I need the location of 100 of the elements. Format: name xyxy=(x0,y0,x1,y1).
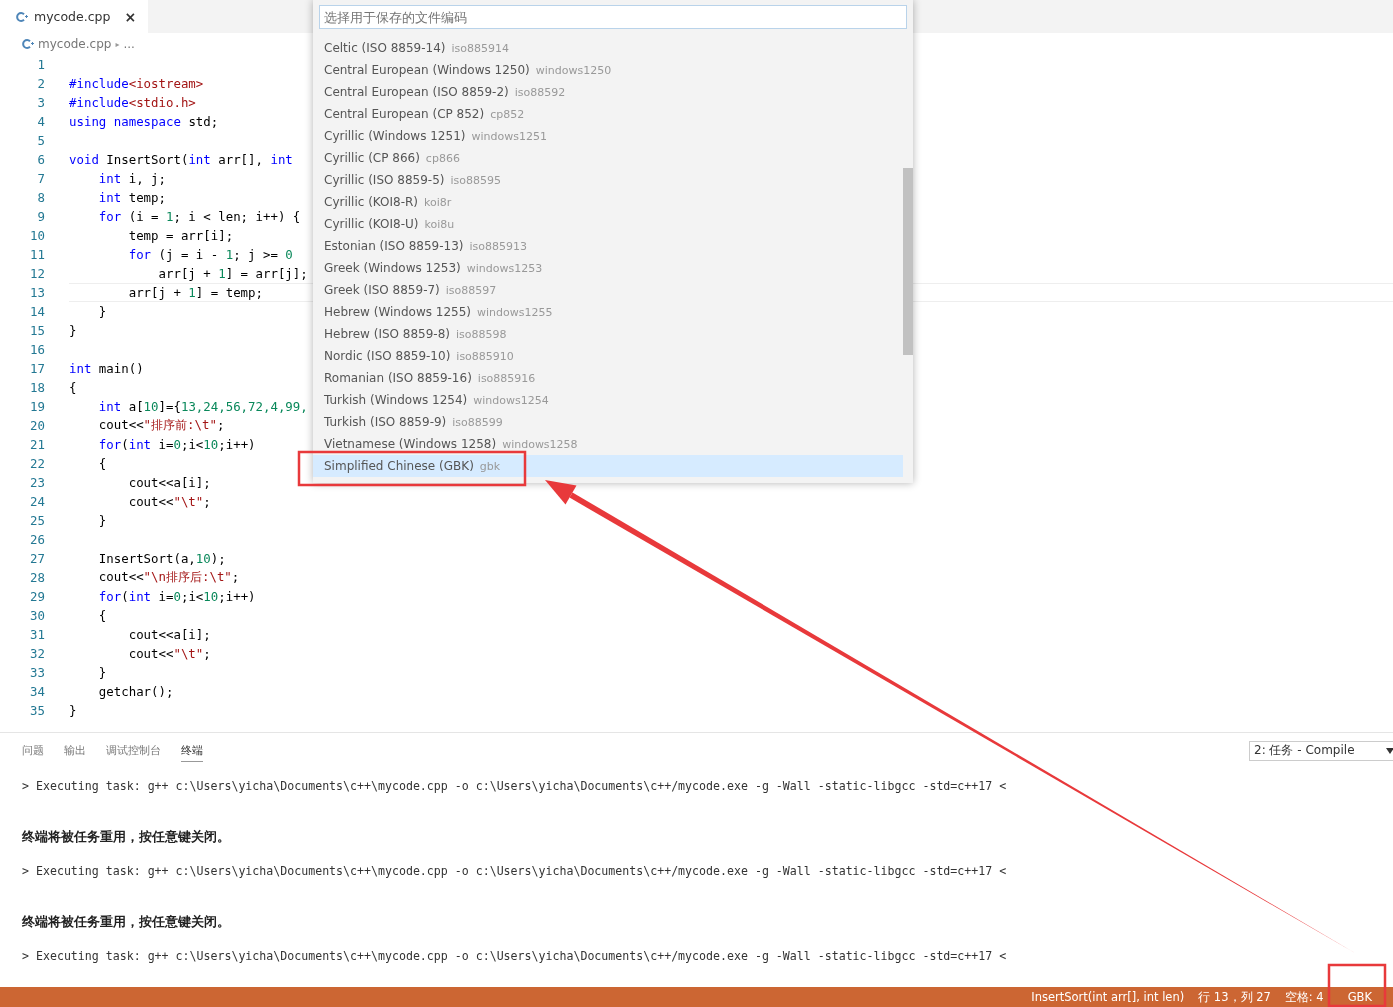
code-line: cout<<"排序前:\t"; xyxy=(97,417,225,434)
status-item[interactable]: 行 13，列 27 xyxy=(1198,989,1271,1005)
code-line: arr[j + 1] = temp; xyxy=(127,285,263,300)
terminal-line: > Executing task: g++ c:\Users\yicha\Documents\c++\mycode.cpp -o c:\Users\yicha\Documents\c++/mycode.exe -g -Wall -static-libgcc -std=c++17 < xyxy=(22,779,1007,793)
code-line: for(int i=0;i<10;i++) xyxy=(97,589,256,604)
line-number: 4 xyxy=(36,114,45,129)
encoding-option[interactable]: Turkish (ISO 8859-9) iso88599 xyxy=(313,411,903,433)
status-item[interactable]: GBK xyxy=(1347,990,1372,1004)
line-number: 21 xyxy=(29,437,45,452)
code-line: temp = arr[i]; xyxy=(127,228,234,243)
panel-tab[interactable]: 问题 xyxy=(22,739,44,762)
line-number: 19 xyxy=(29,399,45,414)
code-line: for (j = i - 1; j >= 0 xyxy=(127,247,293,262)
editor-tab[interactable]: mycode.cpp × xyxy=(0,0,149,33)
code-line: cout<<"\n排序后:\t"; xyxy=(97,569,240,586)
encoding-option[interactable]: Cyrillic (CP 866) cp866 xyxy=(313,147,903,169)
panel-tab[interactable]: 调试控制台 xyxy=(106,739,161,762)
encoding-option[interactable]: Central European (CP 852) cp852 xyxy=(313,103,903,125)
line-number: 20 xyxy=(29,418,45,433)
code-line: for(int i=0;i<10;i++) xyxy=(97,437,256,452)
line-number: 35 xyxy=(29,703,45,718)
line-number: 15 xyxy=(29,323,45,338)
line-number: 10 xyxy=(29,228,45,243)
code-line: } xyxy=(97,304,107,319)
encoding-option[interactable]: Central European (ISO 8859-2) iso88592 xyxy=(313,81,903,103)
code-line: #include<stdio.h> xyxy=(69,95,196,110)
caret-icon xyxy=(1386,747,1393,754)
encoding-option[interactable]: Greek (Windows 1253) windows1253 xyxy=(313,257,903,279)
line-number: 29 xyxy=(29,589,45,604)
encoding-option[interactable]: Vietnamese (Windows 1258) windows1258 xyxy=(313,433,903,455)
line-number: 22 xyxy=(29,456,45,471)
code-line: arr[j + 1] = arr[j]; xyxy=(157,266,308,281)
code-line: int main() xyxy=(69,361,144,376)
code-line: using namespace std; xyxy=(69,114,219,129)
line-number: 17 xyxy=(29,361,45,376)
line-number: 11 xyxy=(29,247,45,262)
line-number: 32 xyxy=(29,646,45,661)
code-line: } xyxy=(97,665,107,680)
line-number: 16 xyxy=(29,342,45,357)
cpp-file-icon xyxy=(22,38,34,50)
encoding-option[interactable]: Greek (ISO 8859-7) iso88597 xyxy=(313,279,903,301)
code-line: cout<<a[i]; xyxy=(127,475,211,490)
code-line: } xyxy=(69,703,77,718)
code-line: getchar(); xyxy=(97,684,174,699)
terminal-line: > Executing task: g++ c:\Users\yicha\Documents\c++\mycode.cpp -o c:\Users\yicha\Documents\c++/mycode.exe -g -Wall -static-libgcc -std=c++17 < xyxy=(22,949,1007,963)
encoding-option[interactable]: Romanian (ISO 8859-16) iso885916 xyxy=(313,367,903,389)
line-number: 30 xyxy=(29,608,45,623)
line-number: 33 xyxy=(29,665,45,680)
line-number: 12 xyxy=(29,266,45,281)
line-number: 23 xyxy=(29,475,45,490)
encoding-option[interactable]: Estonian (ISO 8859-13) iso885913 xyxy=(313,235,903,257)
code-line: #include<iostream> xyxy=(69,76,204,91)
line-number: 34 xyxy=(29,684,45,699)
line-number: 5 xyxy=(36,133,45,148)
encoding-option[interactable]: Central European (Windows 1250) windows1250 xyxy=(313,59,903,81)
code-line: cout<<"\t"; xyxy=(127,494,211,509)
encoding-option[interactable]: Simplified Chinese (GBK) gbk xyxy=(313,455,903,477)
terminal-select[interactable]: 2: 任务 - Compile xyxy=(1249,740,1393,761)
code-line: cout<<"\t"; xyxy=(127,646,211,661)
encoding-option[interactable]: Turkish (Windows 1254) windows1254 xyxy=(313,389,903,411)
input-field[interactable]: 选择用于保存的文件编码 xyxy=(319,5,907,29)
code-line: } xyxy=(97,513,107,528)
panel-tab[interactable]: 终端 xyxy=(181,739,203,762)
line-number: 31 xyxy=(29,627,45,642)
line-number: 3 xyxy=(36,95,45,110)
panel-tab[interactable]: 输出 xyxy=(64,739,86,762)
encoding-option[interactable]: Nordic (ISO 8859-10) iso885910 xyxy=(313,345,903,367)
line-number: 28 xyxy=(29,570,45,585)
encoding-option[interactable]: Cyrillic (ISO 8859-5) iso88595 xyxy=(313,169,903,191)
breadcrumb-item[interactable]: mycode.cpp xyxy=(38,37,112,51)
code-line: { xyxy=(69,380,77,395)
encoding-option[interactable]: Celtic (ISO 8859-14) iso885914 xyxy=(313,37,903,59)
code-line: int a[10]={13,24,56,72,4,99, xyxy=(97,399,308,414)
scrollbar-thumb[interactable] xyxy=(903,168,913,355)
code-line: int i, j; xyxy=(97,171,166,186)
close-icon[interactable]: × xyxy=(124,8,137,25)
status-item[interactable]: InsertSort(int arr[], int len) xyxy=(1031,990,1185,1004)
line-number: 13 xyxy=(29,285,45,300)
line-number: 9 xyxy=(36,209,45,224)
line-number: 27 xyxy=(29,551,45,566)
breadcrumb-item[interactable]: ... xyxy=(123,37,135,51)
chevron-icon: ▸ xyxy=(115,39,120,49)
status-item[interactable]: 空格: 4 xyxy=(1284,989,1324,1005)
encoding-option[interactable]: Cyrillic (KOI8-U) koi8u xyxy=(313,213,903,235)
cpp-file-icon xyxy=(16,10,28,23)
encoding-option[interactable]: Hebrew (ISO 8859-8) iso88598 xyxy=(313,323,903,345)
line-number: 8 xyxy=(36,190,45,205)
code-line: cout<<a[i]; xyxy=(127,627,211,642)
line-number: 1 xyxy=(36,57,45,72)
line-number: 26 xyxy=(29,532,45,547)
line-number: 18 xyxy=(29,380,45,395)
highlight-box xyxy=(1327,963,1387,1007)
code-line: void InsertSort(int arr[], int xyxy=(69,152,293,167)
code-line: InsertSort(a,10); xyxy=(97,551,226,566)
encoding-option[interactable]: Hebrew (Windows 1255) windows1255 xyxy=(313,301,903,323)
terminal-line: 终端将被任务重用，按任意键关闭。 xyxy=(22,914,230,929)
encoding-option[interactable]: Cyrillic (KOI8-R) koi8r xyxy=(313,191,903,213)
encoding-option[interactable]: Cyrillic (Windows 1251) windows1251 xyxy=(313,125,903,147)
code-line: for (i = 1; i < len; i++) { xyxy=(97,209,301,224)
terminal-line: 终端将被任务重用，按任意键关闭。 xyxy=(22,829,230,844)
